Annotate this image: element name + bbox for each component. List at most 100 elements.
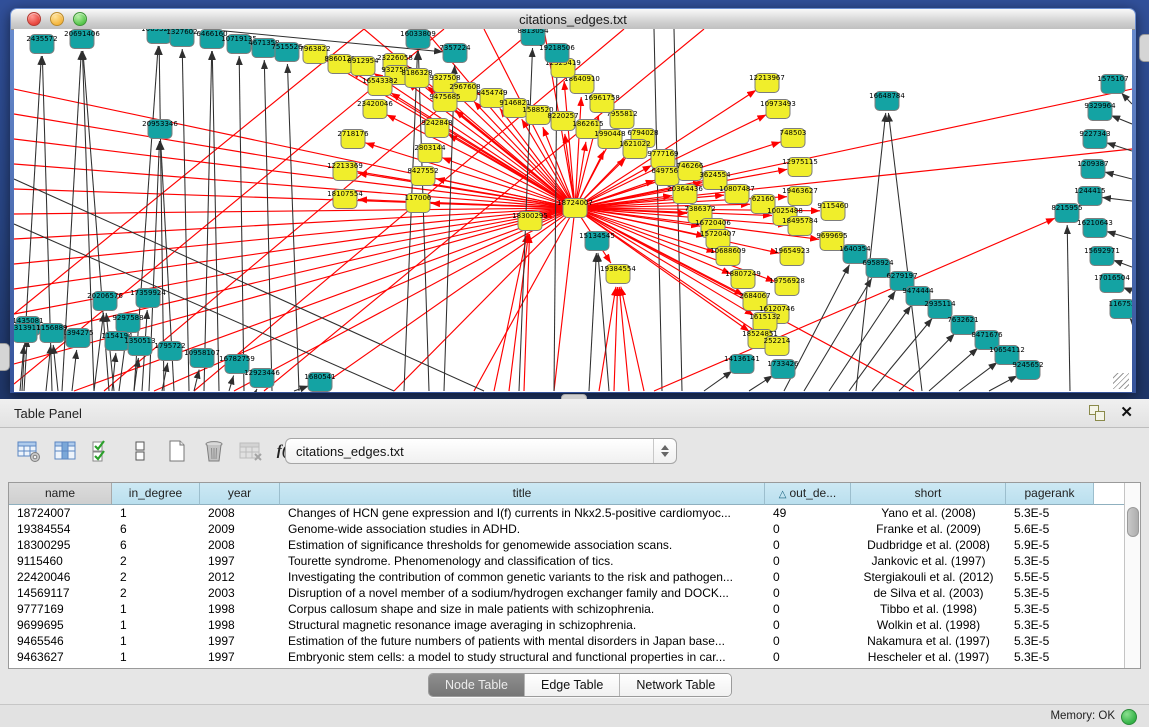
tab-edge-table[interactable]: Edge Table xyxy=(525,674,620,696)
table-cell[interactable]: de Silva et al. (2003) xyxy=(851,585,1006,601)
citation-edge-black[interactable] xyxy=(1113,260,1132,267)
citation-edge-black[interactable] xyxy=(899,334,955,391)
table-cell[interactable]: 0 xyxy=(765,537,851,553)
panel-layout-icon[interactable] xyxy=(127,437,153,465)
table-row[interactable]: 969969511998Structural magnetic resonanc… xyxy=(9,617,1127,633)
table-cell[interactable]: Structural magnetic resonance image aver… xyxy=(280,617,765,633)
close-panel-icon[interactable]: ✕ xyxy=(1120,403,1133,421)
citation-edge-black[interactable] xyxy=(589,253,596,391)
table-cell[interactable]: 9115460 xyxy=(9,553,112,569)
table-cell[interactable]: Yano et al. (2008) xyxy=(851,505,1006,521)
table-cell[interactable]: 49 xyxy=(765,505,851,521)
table-cell[interactable]: 6 xyxy=(112,537,200,553)
citation-edge-black[interactable] xyxy=(1106,143,1132,151)
citation-edge-black[interactable] xyxy=(749,376,773,391)
citation-edge-black[interactable] xyxy=(959,362,997,391)
citation-edge-black[interactable] xyxy=(72,350,77,391)
citation-edge-black[interactable] xyxy=(849,306,911,391)
citation-edge-black[interactable] xyxy=(1107,231,1132,239)
table-row[interactable]: 2242004622012Investigating the contribut… xyxy=(9,569,1127,585)
table-cell[interactable]: 5.3E-5 xyxy=(1006,617,1094,633)
table-row[interactable]: 946362711997Embryonic stem cells: a mode… xyxy=(9,649,1127,665)
float-panel-icon[interactable] xyxy=(1089,405,1105,421)
table-cell[interactable]: 0 xyxy=(765,553,851,569)
table-cell[interactable]: 5.6E-5 xyxy=(1006,521,1094,537)
citation-edge-black[interactable] xyxy=(704,371,732,391)
window-resize-grip[interactable] xyxy=(1113,373,1129,389)
table-options-icon[interactable] xyxy=(16,437,42,465)
table-cell[interactable]: 5.3E-5 xyxy=(1006,553,1094,569)
table-cell[interactable]: 2 xyxy=(112,553,200,569)
column-header-in-degree[interactable]: in_degree xyxy=(112,483,200,505)
table-cell[interactable]: 1 xyxy=(112,505,200,521)
table-cell[interactable]: 0 xyxy=(765,633,851,649)
table-cell[interactable]: Franke et al. (2009) xyxy=(851,521,1006,537)
column-header-pagerank[interactable]: pagerank xyxy=(1006,483,1094,505)
table-cell[interactable]: 1997 xyxy=(200,633,280,649)
table-cell[interactable]: 1998 xyxy=(200,617,280,633)
table-cell[interactable]: 5.3E-5 xyxy=(1006,585,1094,601)
citation-edge-red[interactable] xyxy=(358,173,575,208)
citation-edge-black[interactable] xyxy=(888,113,922,391)
table-cell[interactable]: Embryonic stem cells: a model to study s… xyxy=(280,649,765,665)
table-cell[interactable]: 1 xyxy=(112,649,200,665)
table-cell[interactable]: Investigating the contribution of common… xyxy=(280,569,765,585)
table-cell[interactable]: 0 xyxy=(765,585,851,601)
delete-column-icon[interactable] xyxy=(201,437,227,465)
table-cell[interactable]: 5.3E-5 xyxy=(1006,633,1094,649)
citation-edge-black[interactable] xyxy=(256,389,257,391)
table-cell[interactable]: Estimation of the future numbers of pati… xyxy=(280,633,765,649)
table-cell[interactable]: 0 xyxy=(765,649,851,665)
table-cell[interactable]: 5.3E-5 xyxy=(1006,505,1094,521)
table-row[interactable]: 1830029562008Estimation of significance … xyxy=(9,537,1127,553)
column-header-short[interactable]: short xyxy=(851,483,1006,505)
network-window-titlebar[interactable]: citations_edges.txt xyxy=(11,9,1135,30)
table-cell[interactable]: 2008 xyxy=(200,537,280,553)
table-cell[interactable]: Tibbo et al. (1998) xyxy=(851,601,1006,617)
table-cell[interactable]: 0 xyxy=(765,521,851,537)
table-cell[interactable]: 0 xyxy=(765,617,851,633)
column-format-icon[interactable] xyxy=(53,437,79,465)
citation-edge-black[interactable] xyxy=(1102,197,1132,201)
table-cell[interactable]: Estimation of significance thresholds fo… xyxy=(280,537,765,553)
table-cell[interactable]: 1 xyxy=(112,601,200,617)
citation-edge-black[interactable] xyxy=(1111,116,1132,124)
table-cell[interactable]: Changes of HCN gene expression and I(f) … xyxy=(280,505,765,521)
new-column-icon[interactable] xyxy=(164,437,190,465)
table-vertical-scrollbar[interactable] xyxy=(1124,483,1140,668)
citation-edge-black[interactable] xyxy=(287,64,299,391)
citation-edge-black[interactable] xyxy=(294,386,309,391)
citation-edge-black[interactable] xyxy=(94,313,104,391)
citation-edge-black[interactable] xyxy=(46,345,51,391)
table-cell[interactable]: 9777169 xyxy=(9,601,112,617)
collapse-west-panel-handle[interactable] xyxy=(0,343,10,371)
citation-edge-black[interactable] xyxy=(229,376,234,391)
tab-node-table[interactable]: Node Table xyxy=(429,674,525,696)
citation-edge-black[interactable] xyxy=(239,56,244,391)
column-header-title[interactable]: title xyxy=(280,483,765,505)
citation-edge-black[interactable] xyxy=(1067,225,1070,391)
citation-edge-black[interactable] xyxy=(1121,93,1132,104)
network-view-canvas[interactable]: 7963822886012889129542322605893275051654… xyxy=(14,29,1132,392)
table-cell[interactable]: Nakamura et al. (1997) xyxy=(851,633,1006,649)
table-cell[interactable]: 2008 xyxy=(200,505,280,521)
table-cell[interactable]: 6 xyxy=(112,521,200,537)
table-cell[interactable]: 1998 xyxy=(200,601,280,617)
table-cell[interactable]: 9463627 xyxy=(9,649,112,665)
table-cell[interactable]: 18724007 xyxy=(9,505,112,521)
citation-edge-black[interactable] xyxy=(182,49,189,391)
collapse-east-panel-handle[interactable] xyxy=(1139,34,1149,62)
table-cell[interactable]: Dudbridge et al. (2008) xyxy=(851,537,1006,553)
table-cell[interactable]: Corpus callosum shape and size in male p… xyxy=(280,601,765,617)
table-cell[interactable]: Wolkin et al. (1998) xyxy=(851,617,1006,633)
table-cell[interactable]: 5.3E-5 xyxy=(1006,601,1094,617)
table-cell[interactable]: Jankovic et al. (1997) xyxy=(851,553,1006,569)
table-row[interactable]: 946554611997Estimation of the future num… xyxy=(9,633,1127,649)
table-cell[interactable]: 19384554 xyxy=(9,521,112,537)
table-row[interactable]: 977716911998Corpus callosum shape and si… xyxy=(9,601,1127,617)
select-rows-icon[interactable] xyxy=(90,437,116,465)
citation-edge-black[interactable] xyxy=(159,46,164,391)
table-selector-dropdown[interactable]: citations_edges.txt xyxy=(285,438,677,464)
table-row[interactable]: 1456911722003Disruption of a novel membe… xyxy=(9,585,1127,601)
table-cell[interactable]: 5.9E-5 xyxy=(1006,537,1094,553)
